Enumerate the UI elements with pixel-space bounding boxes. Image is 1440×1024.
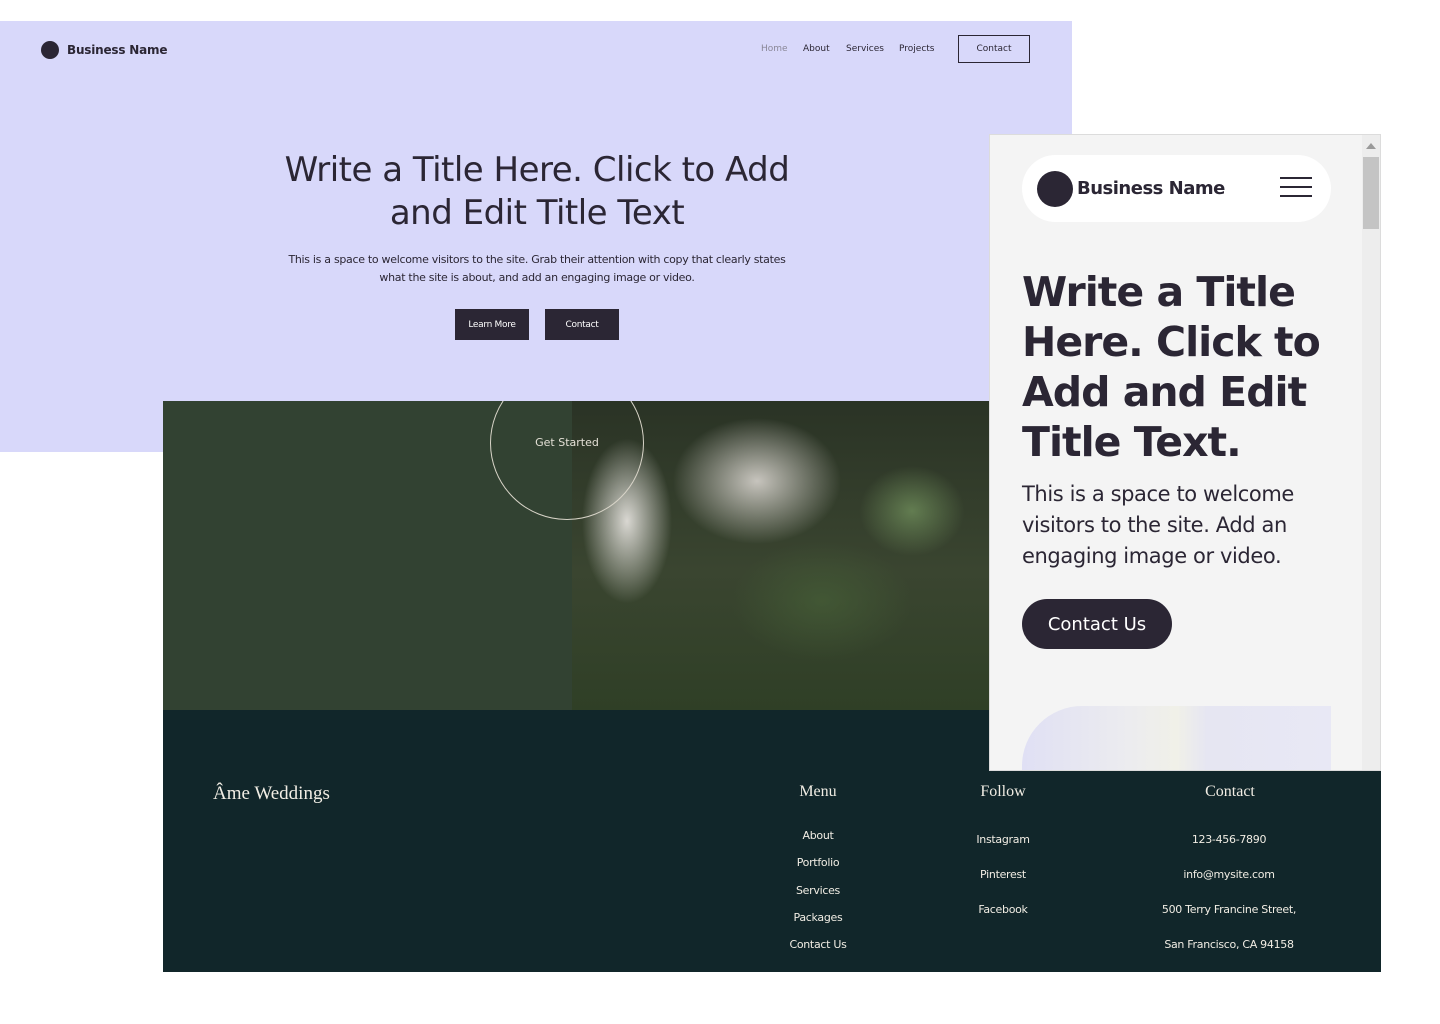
footer-menu-contact-us[interactable]: Contact Us — [728, 938, 908, 951]
mobile-hero-image — [1022, 706, 1331, 770]
hero-title: Write a Title Here. Click to Add and Edi… — [284, 150, 790, 233]
mobile-brand-name[interactable]: Business Name — [1077, 178, 1225, 199]
nav-projects[interactable]: Projects — [899, 44, 934, 54]
logo-dot-icon[interactable] — [1037, 171, 1073, 207]
footer-phone[interactable]: 123-456-7890 — [1139, 833, 1319, 846]
nav-contact-button[interactable]: Contact — [958, 35, 1030, 63]
nav-home[interactable]: Home — [761, 44, 788, 54]
hamburger-menu-icon[interactable] — [1280, 177, 1312, 199]
logo-dot-icon[interactable] — [41, 41, 59, 59]
footer-address-line1: 500 Terry Francine Street, — [1161, 903, 1297, 916]
scrollbar[interactable] — [1362, 135, 1380, 770]
mobile-hero-body: This is a space to welcome visitors to t… — [1022, 482, 1294, 568]
menu-heading: Menu — [799, 783, 837, 800]
mobile-preview: Business Name Write a Title Here. Click … — [989, 134, 1381, 771]
scrollbar-thumb[interactable] — [1363, 157, 1379, 229]
hero-body: This is a space to welcome visitors to t… — [288, 253, 786, 284]
mobile-header: Business Name — [1022, 155, 1331, 222]
footer-follow-instagram[interactable]: Instagram — [913, 833, 1093, 846]
learn-more-button[interactable]: Learn More — [455, 309, 529, 340]
nav-services[interactable]: Services — [846, 44, 884, 54]
nav-about[interactable]: About — [803, 44, 830, 54]
desktop-preview: Business Name Home About Services Projec… — [0, 21, 1072, 452]
mobile-hero-title: Write a Title Here. Click to Add and Edi… — [1022, 268, 1321, 466]
follow-heading: Follow — [980, 783, 1026, 800]
footer-brand[interactable]: Âme Weddings — [213, 783, 330, 805]
footer-menu-portfolio[interactable]: Portfolio — [728, 856, 908, 869]
contact-heading: Contact — [1205, 783, 1255, 800]
scroll-up-arrow-icon[interactable] — [1366, 143, 1376, 149]
footer-menu-about[interactable]: About — [728, 829, 908, 842]
footer-menu-services[interactable]: Services — [728, 884, 908, 897]
get-started-label[interactable]: Get Started — [490, 436, 644, 449]
footer-address-line2: San Francisco, CA 94158 — [1164, 938, 1294, 951]
brand-name[interactable]: Business Name — [67, 43, 167, 57]
footer-email[interactable]: info@mysite.com — [1139, 868, 1319, 881]
hero-contact-button[interactable]: Contact — [545, 309, 619, 340]
footer-menu-packages[interactable]: Packages — [728, 911, 908, 924]
footer-follow-pinterest[interactable]: Pinterest — [913, 868, 1093, 881]
contact-us-button[interactable]: Contact Us — [1022, 599, 1172, 649]
footer-follow-facebook[interactable]: Facebook — [913, 903, 1093, 916]
